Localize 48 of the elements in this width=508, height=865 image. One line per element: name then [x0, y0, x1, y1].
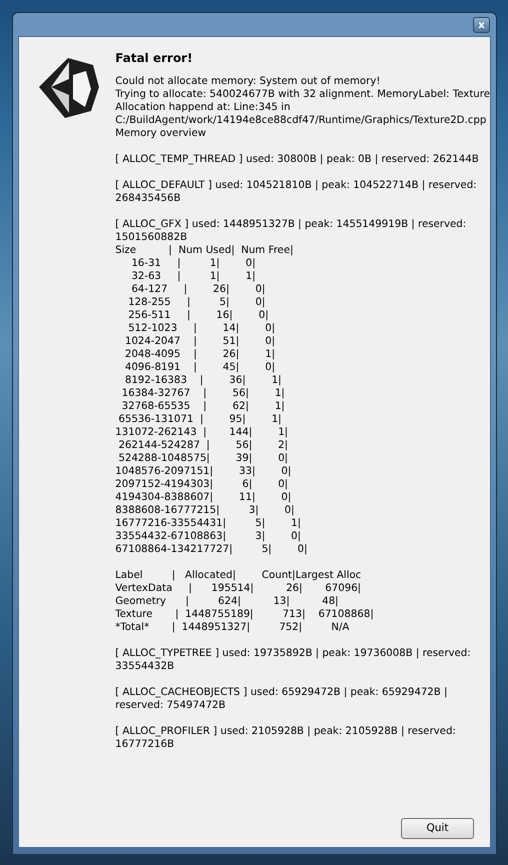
message-line: 33554432-67108863| 3| 0| [115, 530, 302, 543]
message-line: Trying to allocate: 540024677B with 32 alignment. MemoryLabel: Texture [115, 88, 490, 101]
message-line: 524288-1048575| 39| 0| [117, 452, 289, 465]
message-line: 64-127 | 26| 0| [130, 283, 266, 296]
message-line: reserved: 75497472B [115, 699, 227, 712]
message-line: 16384-32767 | 56| 1| [120, 387, 286, 400]
message-line: C:/BuildAgent/work/14194e8ce88cdf47/Runtime/Graphics/Texture2D.cpp [115, 114, 488, 127]
message-line: 33554432B [115, 660, 176, 673]
message-line: 67108864-134217727| 5| 0| [115, 543, 308, 556]
message-line: 512-1023 | 14| 0| [127, 322, 276, 335]
message-line: *Total* | 1448951327| 752| N/A [115, 621, 350, 634]
message-line: [ ALLOC_PROFILER ] used: 2105928B | peak: 2105928B | reserved: [115, 725, 457, 738]
message-line: 16777216B [115, 738, 176, 751]
message-line: 1048576-2097151| 33| 0| [115, 465, 292, 478]
message-line: Could not allocate memory: System out of memory! [115, 75, 382, 88]
message-line: Geometry | 624| 13| 48| [115, 595, 340, 608]
message-line: 256-511 | 16| 0| [127, 309, 270, 322]
message-line: [ ALLOC_DEFAULT ] used: 104521810B | peak: 104522714B | reserved: [115, 179, 478, 192]
message-line: 1501560882B [115, 231, 188, 244]
error-title: Fatal error! [115, 50, 194, 67]
message-line: Allocation happend at: Line:345 in [115, 101, 292, 114]
message-line: 128-255 | 5| 0| [127, 296, 266, 309]
message-line: 16777216-33554431| 5| 1| [115, 517, 302, 530]
message-line: 262144-524287 | 56| 2| [117, 439, 289, 452]
message-line: 65536-131071 | 95| 1| [117, 413, 282, 426]
message-line: 32768-65535 | 62| 1| [120, 400, 286, 413]
message-line: VertexData | 195514| 26| 67096| [115, 582, 362, 595]
message-line: 131072-262143 | 144| 1| [115, 426, 289, 439]
message-line: 8388608-16777215| 3| 0| [115, 504, 296, 517]
cube-logo-icon [39, 57, 99, 119]
message-line: [ ALLOC_CACHEOBJECTS ] used: 65929472B | peak: 65929472B | [115, 686, 448, 699]
message-line: 4194304-8388607| 11| 0| [115, 491, 292, 504]
quit-button[interactable]: Quit [401, 818, 474, 839]
message-line: 2097152-4194303| 6| 0| [115, 478, 289, 491]
message-line: 4096-8191 | 45| 0| [124, 361, 276, 374]
message-line: [ ALLOC_TYPETREE ] used: 19735892B | peak: 19736008B | reserved: [115, 647, 472, 660]
message-line: 1024-2047 | 51| 0| [124, 335, 276, 348]
message-line: Texture | 1448755189| 713| 67108868| [115, 608, 375, 621]
message-line: Label | Allocated| Count|Largest Alloc [115, 569, 362, 582]
message-line: 8192-16383 | 36| 1| [124, 374, 282, 387]
message-line: [ ALLOC_TEMP_THREAD ] used: 30800B | peak: 0B | reserved: 262144B [115, 153, 480, 166]
message-line: 2048-4095 | 26| 1| [124, 348, 276, 361]
message-line: [ ALLOC_GFX ] used: 1448951327B | peak: 1455149919B | reserved: [115, 218, 468, 231]
message-line: 32-63 | 1| 1| [130, 270, 257, 283]
message-line: 268435456B [115, 192, 182, 205]
message-line: 16-31 | 1| 0| [130, 257, 257, 270]
message-line: Memory overview [115, 127, 208, 140]
message-line: Size | Num Used| Num Free| [115, 244, 294, 257]
